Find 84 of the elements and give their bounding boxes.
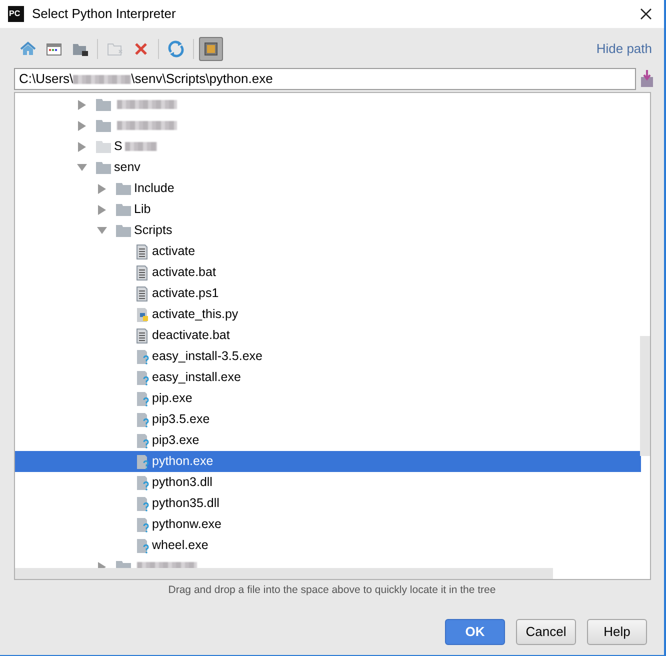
tree-row[interactable]: activate_this.py xyxy=(15,304,641,325)
expand-icon[interactable] xyxy=(97,184,107,194)
item-label: pip3.exe xyxy=(152,432,200,450)
item-label: S xyxy=(114,138,122,156)
folder-icon xyxy=(116,203,131,216)
item-label: pip3.5.exe xyxy=(152,411,210,428)
item-label: pythonw.exe xyxy=(152,516,222,534)
python-file-icon xyxy=(136,306,149,322)
unknown-file-icon xyxy=(136,454,149,470)
item-label: easy_install-3.5.exe xyxy=(152,348,262,366)
item-label: python3.dll xyxy=(152,474,212,492)
unknown-file-icon xyxy=(136,538,149,554)
item-label: Lib xyxy=(134,201,151,218)
tree-row[interactable]: pip3.5.exe xyxy=(15,409,641,430)
hint-text: Drag and drop a file into the space above to quickly locate it in the tree xyxy=(167,583,497,598)
unknown-file-icon xyxy=(136,390,149,406)
item-label: deactivate.bat xyxy=(152,327,230,344)
tree-row[interactable]: pip.exe xyxy=(15,388,641,409)
text-file-icon xyxy=(136,286,149,302)
item-label: easy_install.exe xyxy=(152,369,241,386)
text-file-icon xyxy=(136,244,149,260)
item-label: python.exe xyxy=(152,453,214,470)
download-icon[interactable] xyxy=(640,70,654,88)
window-title: Select Python Interpreter xyxy=(32,5,176,24)
expand-icon[interactable] xyxy=(97,204,107,214)
close-icon xyxy=(640,8,652,20)
item-label: senv xyxy=(114,159,140,176)
chip-button[interactable] xyxy=(199,37,223,61)
tree-row[interactable]: easy_install.exe xyxy=(15,367,641,388)
tree-row[interactable]: S xyxy=(15,136,641,157)
expand-icon[interactable] xyxy=(77,142,87,152)
expand-icon[interactable] xyxy=(77,100,87,110)
tree-row[interactable]: pythonw.exe xyxy=(15,514,641,535)
home-icon xyxy=(19,40,37,58)
path-field[interactable]: C:\Users\ \senv\Scripts\python.exe xyxy=(14,68,636,90)
unknown-file-icon xyxy=(136,474,149,490)
tree-row[interactable]: easy_install-3.5.exe xyxy=(15,346,641,367)
expand-icon[interactable] xyxy=(77,120,87,130)
folder-icon xyxy=(116,182,131,195)
item-label: activate_this.py xyxy=(152,306,238,324)
app-icon: PC xyxy=(8,6,24,22)
tree-row[interactable]: activate.bat xyxy=(15,262,641,283)
folder-icon xyxy=(116,224,131,237)
tree-row[interactable]: senv xyxy=(15,157,641,178)
scrollbar[interactable] xyxy=(15,568,553,579)
unknown-file-icon xyxy=(136,348,149,364)
tree-row[interactable]: Include xyxy=(15,178,641,199)
refresh-icon xyxy=(167,40,185,58)
item-label: Scripts xyxy=(134,222,172,240)
text-file-icon xyxy=(136,328,149,344)
unknown-file-icon xyxy=(136,496,149,512)
dialog-button[interactable]: Help xyxy=(587,618,647,645)
tree-row[interactable]: deactivate.bat xyxy=(15,325,641,346)
dialog-button[interactable]: Cancel xyxy=(516,618,576,645)
folder-icon xyxy=(96,161,111,174)
item-label: pip.exe xyxy=(152,390,192,408)
hide-path-link[interactable]: Hide path xyxy=(596,39,652,59)
tree-row[interactable]: Scripts xyxy=(15,220,641,241)
item-label: python35.dll xyxy=(152,495,220,512)
unknown-file-icon xyxy=(136,370,149,386)
item-label: activate.ps1 xyxy=(152,285,219,302)
folder-icon xyxy=(96,98,111,111)
tree-row[interactable]: python35.dll xyxy=(15,493,641,514)
item-label: activate xyxy=(152,243,196,260)
dialog-button[interactable]: OK xyxy=(445,618,505,645)
tree-row[interactable]: python3.dll xyxy=(15,472,641,493)
folder-icon xyxy=(96,119,111,132)
tree-row[interactable]: activate xyxy=(15,241,641,262)
item-label: activate.bat xyxy=(152,264,216,282)
unknown-file-icon xyxy=(136,412,149,428)
unknown-file-icon xyxy=(136,432,149,448)
text-file-icon xyxy=(136,264,149,280)
unknown-file-icon xyxy=(136,516,149,532)
tree-row[interactable]: wheel.exe xyxy=(15,535,641,556)
collapse-icon[interactable] xyxy=(97,226,107,236)
tree-row[interactable]: pip3.exe xyxy=(15,430,641,451)
tree-row[interactable]: activate.ps1 xyxy=(15,283,641,304)
item-label: wheel.exe xyxy=(152,537,208,554)
scrollbar[interactable] xyxy=(640,336,650,456)
collapse-icon[interactable] xyxy=(77,162,87,172)
tree-row[interactable]: python.exe xyxy=(15,451,641,472)
chip-icon xyxy=(202,40,220,58)
tree-row[interactable]: Lib xyxy=(15,199,641,220)
item-label: Include xyxy=(134,180,174,198)
